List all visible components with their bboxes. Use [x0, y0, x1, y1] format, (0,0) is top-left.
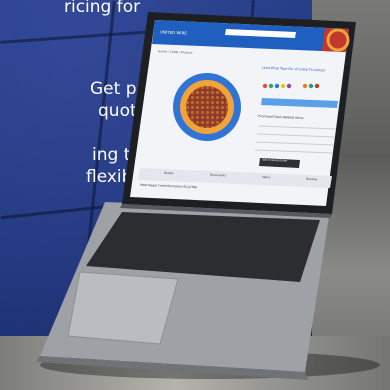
touchpad	[67, 271, 179, 345]
laptop	[36, 12, 380, 380]
photo-scene: ricing for Get pricing quotes ing to an …	[0, 0, 390, 390]
tab-details[interactable]: Details	[164, 171, 174, 175]
tab-documents[interactable]: Documents	[210, 173, 226, 178]
tab-reviews[interactable]: Reviews	[306, 177, 318, 181]
tab-specs[interactable]: Specs	[262, 175, 270, 179]
